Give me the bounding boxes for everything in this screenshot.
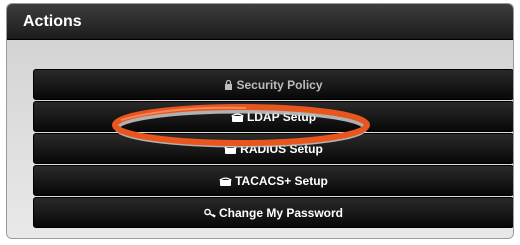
panel-body: Security Policy LDAP Setup RADIUS Setup … [7, 40, 513, 238]
change-password-button[interactable]: Change My Password [33, 197, 513, 228]
phone-icon [224, 144, 238, 154]
actions-panel: Actions Security Policy LDAP Setup RADIU [6, 3, 514, 239]
radius-setup-button[interactable]: RADIUS Setup [33, 133, 513, 164]
security-policy-button[interactable]: Security Policy [33, 69, 513, 100]
ldap-setup-button[interactable]: LDAP Setup [33, 101, 513, 132]
tacacs-setup-label: TACACS+ Setup [235, 173, 328, 188]
tacacs-setup-button[interactable]: TACACS+ Setup [33, 165, 513, 196]
change-password-label: Change My Password [218, 205, 344, 220]
panel-title: Actions [23, 12, 82, 30]
key-icon [204, 208, 216, 218]
lock-icon [224, 79, 233, 90]
phone-icon [219, 176, 233, 186]
panel-header: Actions [7, 4, 513, 40]
ldap-setup-label: LDAP Setup [246, 109, 317, 124]
radius-setup-label: RADIUS Setup [240, 141, 323, 156]
actions-list: Security Policy LDAP Setup RADIUS Setup … [33, 69, 513, 229]
phone-icon [230, 112, 244, 122]
security-policy-label: Security Policy [236, 77, 323, 92]
